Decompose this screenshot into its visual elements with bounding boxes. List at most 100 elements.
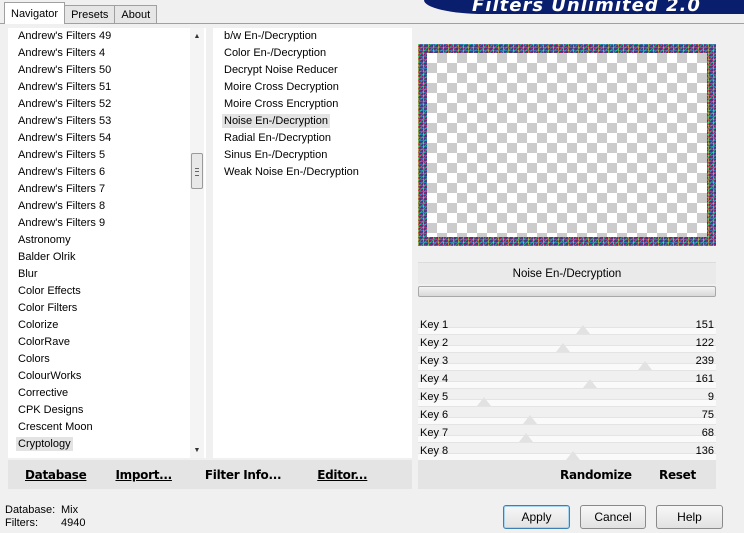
key-value: 151	[695, 319, 714, 331]
filter-info-button[interactable]: Filter Info...	[205, 468, 282, 482]
scroll-up-arrow-icon[interactable]: ▲	[190, 30, 204, 44]
category-items: Andrew's Filters 49 Andrew's Filters 4 And…	[8, 28, 206, 453]
category-item-label: Andrew's Filters 4	[18, 47, 106, 59]
key-value: 68	[701, 427, 714, 439]
category-item[interactable]: Andrew's Filters 5	[8, 147, 206, 164]
help-button[interactable]: Help	[656, 505, 723, 529]
key-slider[interactable]: Key 7 68	[418, 426, 716, 444]
slider-thumb[interactable]	[518, 433, 533, 442]
key-label: Key 2	[420, 337, 449, 349]
filter-item[interactable]: Color En-/Decryption	[213, 45, 412, 62]
category-item[interactable]: Balder Olrik	[8, 249, 206, 266]
filter-item-label: Color En-/Decryption	[224, 47, 327, 59]
slider-thumb[interactable]	[477, 397, 492, 406]
slider-thumb[interactable]	[637, 361, 652, 370]
slider-track[interactable]	[418, 327, 716, 335]
category-item[interactable]: Color Effects	[8, 283, 206, 300]
slider-track[interactable]	[418, 399, 716, 407]
category-item[interactable]: Andrew's Filters 53	[8, 113, 206, 130]
category-item[interactable]: Andrew's Filters 49	[8, 28, 206, 45]
filter-item-label: Radial En-/Decryption	[224, 132, 331, 144]
category-item[interactable]: Crescent Moon	[8, 419, 206, 436]
category-item[interactable]: ColorRave	[8, 334, 206, 351]
category-item[interactable]: Andrew's Filters 50	[8, 62, 206, 79]
filter-item[interactable]: Moire Cross Decryption	[213, 79, 412, 96]
filter-item[interactable]: Decrypt Noise Reducer	[213, 62, 412, 79]
filter-item[interactable]: Noise En-/Decryption	[213, 113, 412, 130]
category-item-label: Colorize	[18, 319, 59, 331]
key-slider[interactable]: Key 3 239	[418, 354, 716, 372]
category-list[interactable]: Andrew's Filters 49 Andrew's Filters 4 And…	[8, 28, 206, 458]
key-slider[interactable]: Key 4 161	[418, 372, 716, 390]
slider-thumb[interactable]	[565, 451, 580, 460]
filters-count-value: 4940	[61, 517, 86, 529]
editor-button[interactable]: Editor...	[317, 468, 367, 482]
filter-item[interactable]: b/w En-/Decryption	[213, 28, 412, 45]
database-value: Mix	[61, 504, 79, 516]
category-item-label: Andrew's Filters 8	[18, 200, 106, 212]
slider-track[interactable]	[418, 363, 716, 371]
category-item[interactable]: Andrew's Filters 9	[8, 215, 206, 232]
filter-item[interactable]: Sinus En-/Decryption	[213, 147, 412, 164]
cancel-button[interactable]: Cancel	[580, 505, 646, 529]
tab-navigator[interactable]: Navigator	[4, 2, 66, 24]
key-label: Key 3	[420, 355, 449, 367]
key-slider[interactable]: Key 6 75	[418, 408, 716, 426]
category-item[interactable]: Andrew's Filters 6	[8, 164, 206, 181]
key-slider[interactable]: Key 1 151	[418, 318, 716, 336]
category-item[interactable]: Astronomy	[8, 232, 206, 249]
preview-image	[418, 44, 716, 246]
key-value: 136	[695, 445, 714, 457]
key-slider[interactable]: Key 5 9	[418, 390, 716, 408]
category-item[interactable]: Andrew's Filters 8	[8, 198, 206, 215]
import-button[interactable]: Import...	[115, 468, 172, 482]
tab-about[interactable]: About	[114, 5, 158, 24]
category-item[interactable]: Andrew's Filters 51	[8, 79, 206, 96]
filter-item[interactable]: Radial En-/Decryption	[213, 130, 412, 147]
banner-title: Filters Unlimited 2.0	[472, 0, 701, 14]
category-item[interactable]: Cryptology	[8, 436, 206, 453]
filter-item-label: Weak Noise En-/Decryption	[224, 166, 359, 178]
slider-track[interactable]	[418, 417, 716, 425]
scroll-down-arrow-icon[interactable]: ▼	[190, 444, 204, 458]
category-item[interactable]: Andrew's Filters 52	[8, 96, 206, 113]
category-item[interactable]: ColourWorks	[8, 368, 206, 385]
randomize-button[interactable]: Randomize	[560, 468, 632, 482]
category-item[interactable]: Andrew's Filters 54	[8, 130, 206, 147]
filter-item[interactable]: Weak Noise En-/Decryption	[213, 164, 412, 181]
filter-item-label: Moire Cross Encryption	[224, 98, 339, 110]
category-item-label: Crescent Moon	[18, 421, 93, 433]
category-item[interactable]: Andrew's Filters 4	[8, 45, 206, 62]
reset-button[interactable]: Reset	[659, 468, 696, 482]
filter-item-label: b/w En-/Decryption	[224, 30, 317, 42]
slider-track[interactable]	[418, 381, 716, 389]
category-item-label: Cryptology	[16, 437, 73, 451]
slider-track[interactable]	[418, 435, 716, 443]
scroll-thumb[interactable]	[191, 153, 203, 189]
slider-thumb[interactable]	[556, 343, 571, 352]
category-item[interactable]: Blur	[8, 266, 206, 283]
filter-item-label: Moire Cross Decryption	[224, 81, 339, 93]
category-item-label: Andrew's Filters 52	[18, 98, 112, 110]
category-item[interactable]: Colors	[8, 351, 206, 368]
bottom-left-toolbar: Database Import... Filter Info... Editor…	[8, 460, 412, 489]
category-item[interactable]: Color Filters	[8, 300, 206, 317]
category-item[interactable]: CPK Designs	[8, 402, 206, 419]
key-label: Key 7	[420, 427, 449, 439]
slider-thumb[interactable]	[576, 325, 591, 334]
category-item[interactable]: Colorize	[8, 317, 206, 334]
category-item-label: Balder Olrik	[18, 251, 76, 263]
category-item-label: Color Filters	[18, 302, 78, 314]
database-button[interactable]: Database	[25, 468, 87, 482]
category-item[interactable]: Corrective	[8, 385, 206, 402]
slider-thumb[interactable]	[523, 415, 538, 424]
filter-item[interactable]: Moire Cross Encryption	[213, 96, 412, 113]
category-scrollbar[interactable]: ▲ ▼	[190, 28, 204, 458]
category-item[interactable]: Andrew's Filters 7	[8, 181, 206, 198]
category-item-label: Blur	[18, 268, 38, 280]
apply-button[interactable]: Apply	[503, 505, 570, 529]
slider-thumb[interactable]	[583, 379, 598, 388]
filter-list[interactable]: b/w En-/Decryption Color En-/Decryption De…	[213, 28, 412, 458]
tab-presets[interactable]: Presets	[64, 5, 116, 24]
key-slider[interactable]: Key 2 122	[418, 336, 716, 354]
